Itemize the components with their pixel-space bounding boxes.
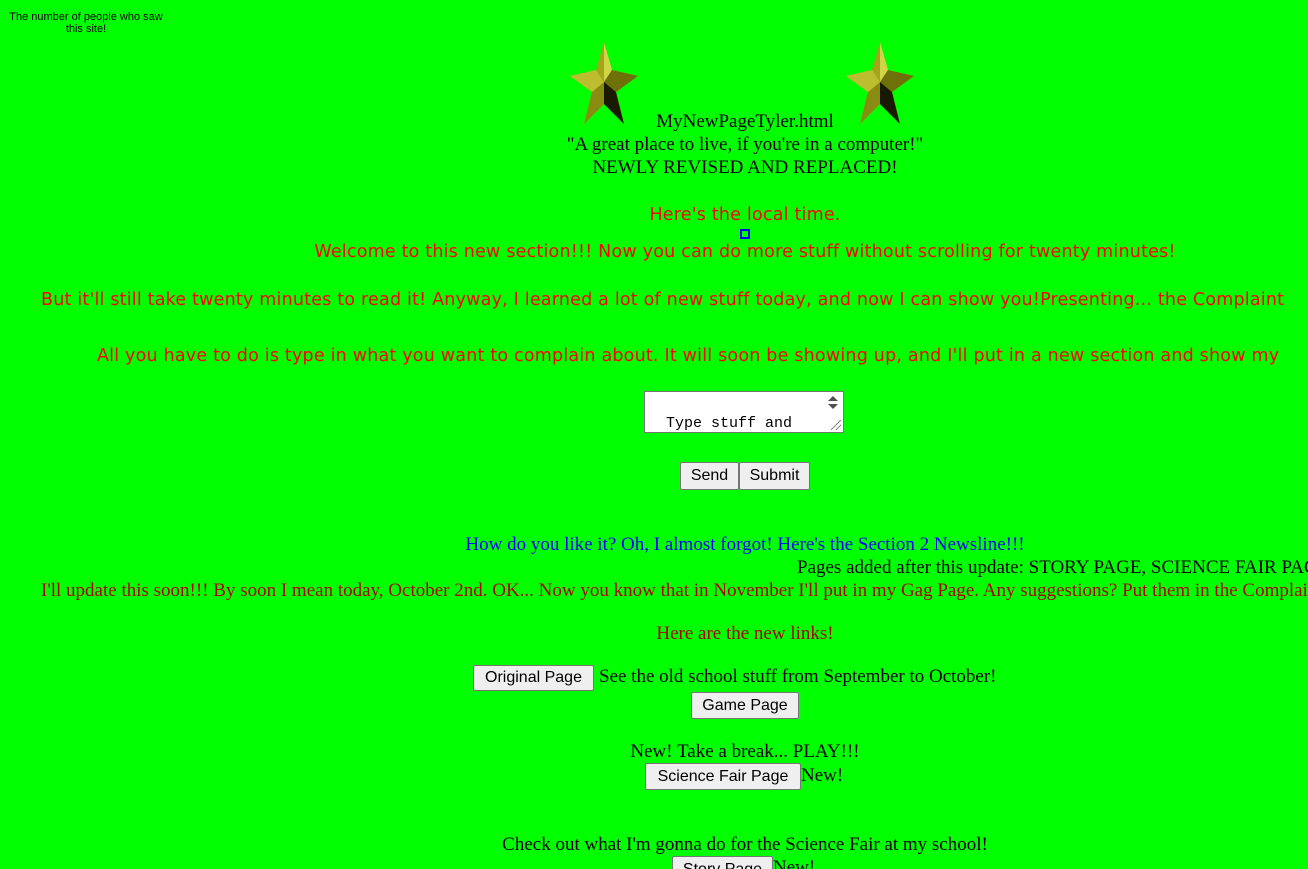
scroll-up-icon[interactable] [828, 396, 838, 401]
update-note: I'll update this soon!!! By soon I mean … [41, 580, 1308, 601]
page-filename: MyNewPageTyler.html [656, 111, 834, 132]
story-page-button[interactable]: Story Page [672, 856, 773, 869]
newsline-heading: How do you like it? Oh, I almost forgot!… [465, 534, 1025, 555]
page-tagline: "A great place to live, if you're in a c… [566, 134, 924, 155]
science-fair-new-badge: New! [801, 765, 844, 786]
science-fair-page-button[interactable]: Science Fair Page [645, 763, 801, 790]
welcome-text: Welcome to this new section!!! Now you c… [314, 242, 1176, 262]
clock-placeholder [740, 229, 750, 239]
original-page-button[interactable]: Original Page [473, 665, 594, 691]
original-page-description: See the old school stuff from September … [599, 666, 997, 687]
submit-button[interactable]: Submit [739, 462, 810, 490]
pages-added-text: Pages added after this update: STORY PAG… [797, 557, 1308, 578]
story-page-new-badge: New! [773, 857, 816, 869]
complaint-textarea[interactable]: Type stuff and send it to my E-mail! [644, 391, 844, 433]
send-button[interactable]: Send [680, 462, 739, 490]
game-page-button[interactable]: Game Page [691, 692, 799, 719]
intro-paragraph: But it'll still take twenty minutes to r… [41, 290, 1285, 310]
new-links-heading: Here are the new links! [656, 623, 834, 644]
game-page-description: New! Take a break... PLAY!!! [630, 741, 860, 762]
complaint-textarea-value: Type stuff and send it to my E-mail! [666, 415, 793, 432]
scroll-down-icon[interactable] [828, 404, 838, 409]
local-time-caption: Here's the local time. [649, 205, 841, 225]
complaint-instructions: All you have to do is type in what you w… [97, 346, 1280, 366]
resize-grip-icon[interactable] [831, 420, 841, 430]
textarea-scrollbar[interactable] [825, 394, 841, 430]
science-fair-description: Check out what I'm gonna do for the Scie… [502, 834, 988, 855]
revised-notice: NEWLY REVISED AND REPLACED! [592, 157, 898, 178]
visitor-counter-label: The number of people who saw this site! [9, 11, 163, 35]
